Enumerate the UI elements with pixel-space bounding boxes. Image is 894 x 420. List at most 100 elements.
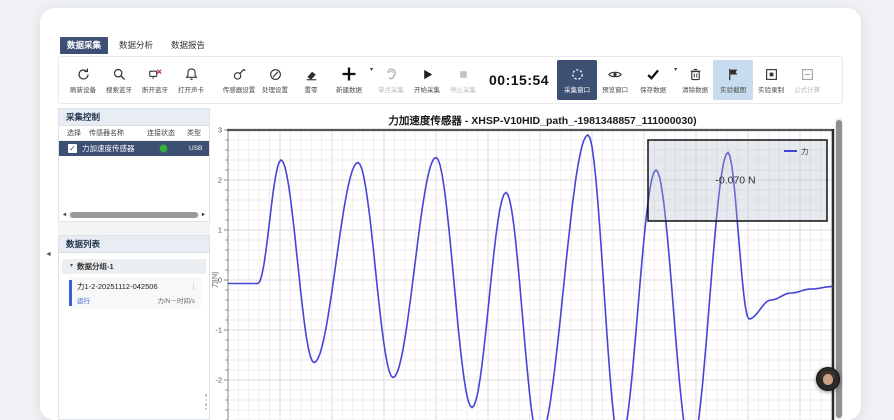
svg-text:力加速度传感器 - XHSP-V10HID_path_-19: 力加速度传感器 - XHSP-V10HID_path_-1981348857_1… (388, 114, 696, 127)
snapshot-flag-icon (726, 66, 741, 82)
new-data-button[interactable]: 新建数据 (329, 60, 369, 100)
hscroll-track[interactable] (68, 212, 200, 218)
search-icon (112, 66, 127, 82)
disconnect-bluetooth-label: 断开蓝牙 (142, 84, 168, 94)
eye-icon (607, 66, 623, 82)
acquisition-window-button[interactable]: 采集窗口 (557, 60, 597, 100)
clear-data-button[interactable]: 清除数据 (677, 60, 713, 100)
process-settings-button[interactable]: 处理设置 (257, 60, 293, 100)
tree-expanded-icon[interactable]: ▾ (70, 259, 73, 274)
sensor-name: 力加速度传感器 (82, 143, 148, 154)
svg-text:力[N]: 力[N] (212, 272, 219, 288)
col-select: 选择 (59, 128, 89, 138)
experiment-record-label: 实验录制 (758, 84, 784, 94)
assistant-avatar-button[interactable] (816, 367, 840, 391)
svg-text:力: 力 (801, 146, 809, 156)
zero-set-button[interactable]: 置零 (293, 60, 329, 100)
sensor-pen-icon (232, 66, 247, 82)
hscroll-thumb[interactable] (70, 212, 198, 218)
force-time-chart[interactable]: 3210-1-2力[N]-0.070 N力力加速度传感器 - XHSP-V10H… (212, 104, 845, 420)
formula-calc-button[interactable]: 公式计算 (789, 60, 825, 100)
gauge-icon (268, 66, 283, 82)
data-item-accent-bar (69, 280, 72, 306)
acquisition-control-panel: 采集控制 选择 传感器名称 连接状态 类型 ✓ 力加速度传感器 USB ◄ ► (58, 108, 210, 222)
scroll-left-icon[interactable]: ◄ (61, 212, 68, 218)
clear-data-label: 清除数据 (682, 84, 708, 94)
tab-data-acquisition[interactable]: 数据采集 (60, 37, 108, 54)
acquisition-control-title: 采集控制 (59, 109, 209, 126)
svg-text:-1: -1 (215, 326, 222, 335)
data-group-label: 数据分组-1 (77, 259, 114, 274)
new-data-label: 新建数据 (336, 84, 362, 94)
main-tab-bar: 数据采集 数据分析 数据报告 (60, 37, 212, 54)
scroll-right-icon[interactable]: ► (200, 212, 207, 218)
formula-calc-label: 公式计算 (794, 84, 820, 94)
avatar-face (823, 374, 833, 385)
sensor-table-hscrollbar[interactable]: ◄ ► (61, 211, 207, 219)
svg-text:-0.070 N: -0.070 N (715, 175, 755, 187)
experiment-snapshot-button[interactable]: 实验截图 (713, 60, 753, 100)
panel-drag-handle[interactable] (205, 394, 208, 410)
play-icon (420, 66, 435, 82)
tab-data-analysis[interactable]: 数据分析 (112, 37, 160, 54)
calc-frame-icon (800, 66, 815, 82)
timer-display: 00:15:54 (489, 72, 549, 88)
experiment-snapshot-label: 实验截图 (720, 84, 746, 94)
open-soundcard-button[interactable]: 打开声卡 (173, 60, 209, 100)
preview-window-label: 预览窗口 (602, 84, 628, 94)
refresh-icon (76, 66, 91, 82)
sensor-type: USB (189, 145, 202, 152)
bell-icon (184, 66, 199, 82)
data-list-panel: 数据列表 ▾ 数据分组-1 力1-2-20251112-042506 ⋮ 运行 … (58, 235, 210, 420)
data-item[interactable]: 力1-2-20251112-042506 ⋮ 运行 力/N－时间/s (69, 277, 201, 309)
col-type: 类型 (187, 128, 209, 138)
sensor-settings-button[interactable]: 传感器设置 (221, 60, 257, 100)
sensor-checkbox[interactable]: ✓ (68, 144, 77, 153)
stop-acquisition-button[interactable]: 停止采集 (445, 60, 481, 100)
app-window: 数据采集 数据分析 数据报告 刷新设备 搜索蓝牙 断开蓝牙 (40, 8, 861, 420)
col-connect-status: 连接状态 (147, 128, 187, 138)
refresh-device-label: 刷新设备 (70, 84, 96, 94)
search-bluetooth-label: 搜索蓝牙 (106, 84, 132, 94)
sensor-table-row[interactable]: ✓ 力加速度传感器 USB (59, 141, 209, 156)
disconnect-icon (148, 66, 163, 82)
data-list-title: 数据列表 (59, 236, 209, 253)
sensor-table-header: 选择 传感器名称 连接状态 类型 (59, 126, 209, 141)
stop-acquisition-label: 停止采集 (450, 84, 476, 94)
data-item-title: 力1-2-20251112-042506 (77, 281, 158, 292)
svg-text:1: 1 (218, 226, 222, 235)
check-icon (645, 66, 661, 82)
svg-text:3: 3 (218, 126, 222, 135)
sensor-settings-label: 传感器设置 (223, 84, 256, 94)
acquisition-window-label: 采集窗口 (564, 84, 590, 94)
save-data-label: 保存数据 (640, 84, 666, 94)
stop-icon (456, 66, 471, 82)
data-item-status: 运行 (77, 295, 90, 305)
ear-icon (384, 66, 399, 82)
sidebar-collapse-arrow-icon[interactable]: ◄ (45, 251, 52, 258)
status-dot (160, 145, 167, 152)
svg-text:-2: -2 (215, 376, 222, 385)
single-point-acquire-label: 单点采集 (378, 84, 404, 94)
eraser-icon (304, 66, 319, 82)
dashed-circle-icon (570, 66, 585, 82)
tab-data-report[interactable]: 数据报告 (164, 37, 212, 54)
data-group-row[interactable]: ▾ 数据分组-1 (62, 259, 206, 274)
trash-icon (688, 66, 703, 82)
start-acquisition-button[interactable]: 开始采集 (409, 60, 445, 100)
record-frame-icon (764, 66, 779, 82)
process-settings-label: 处理设置 (262, 84, 288, 94)
sidebar: 采集控制 选择 传感器名称 连接状态 类型 ✓ 力加速度传感器 USB ◄ ► … (58, 108, 210, 420)
search-bluetooth-button[interactable]: 搜索蓝牙 (101, 60, 137, 100)
refresh-device-button[interactable]: 刷新设备 (65, 60, 101, 100)
plus-icon (341, 66, 357, 82)
item-menu-dots-icon[interactable]: ⋮ (190, 283, 197, 291)
single-point-acquire-button[interactable]: 单点采集 (373, 60, 409, 100)
save-data-button[interactable]: 保存数据 (633, 60, 673, 100)
open-soundcard-label: 打开声卡 (178, 84, 204, 94)
zero-set-label: 置零 (305, 84, 318, 94)
svg-text:2: 2 (218, 176, 222, 185)
experiment-record-button[interactable]: 实验录制 (753, 60, 789, 100)
disconnect-bluetooth-button[interactable]: 断开蓝牙 (137, 60, 173, 100)
preview-window-button[interactable]: 预览窗口 (597, 60, 633, 100)
